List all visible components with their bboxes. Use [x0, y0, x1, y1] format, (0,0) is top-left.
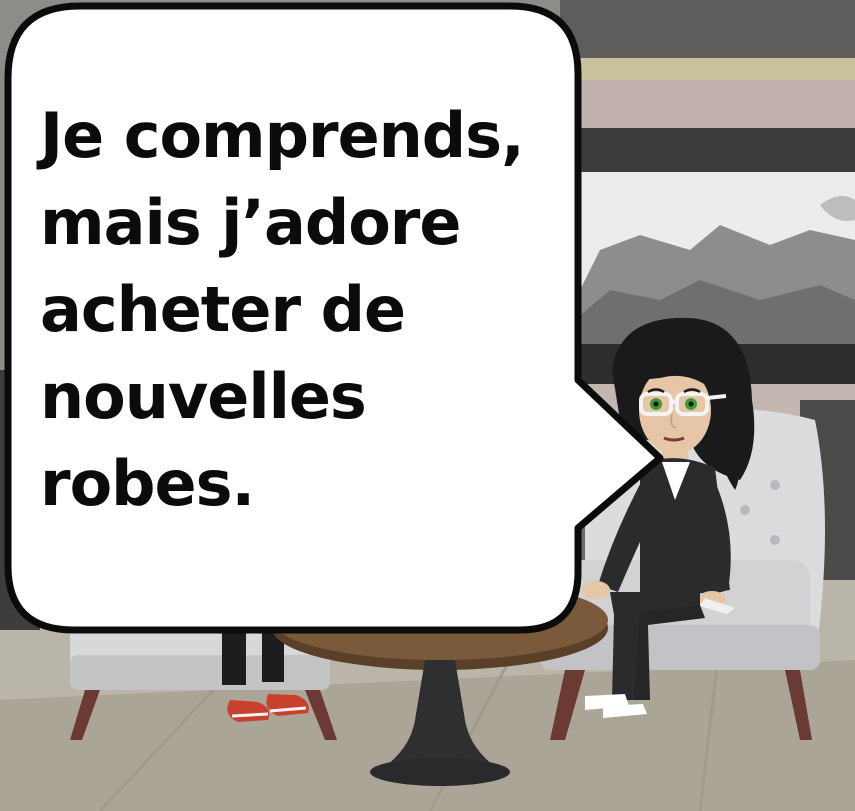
wall-pink-band: [560, 80, 855, 128]
cartoon-scene: Je comprends, mais j’adore acheter de no…: [0, 0, 855, 811]
speech-line: Je comprends,: [40, 99, 525, 172]
wall-trim: [560, 58, 855, 80]
ceiling-band: [560, 0, 855, 58]
speech-line: nouvelles: [40, 360, 367, 433]
speech-bubble-text: Je comprends, mais j’adore acheter de no…: [40, 92, 560, 527]
speech-line: acheter de: [40, 273, 406, 346]
speech-line: mais j’adore: [40, 186, 461, 259]
speech-line: robes.: [40, 447, 255, 520]
wall-dark-band: [560, 128, 855, 172]
